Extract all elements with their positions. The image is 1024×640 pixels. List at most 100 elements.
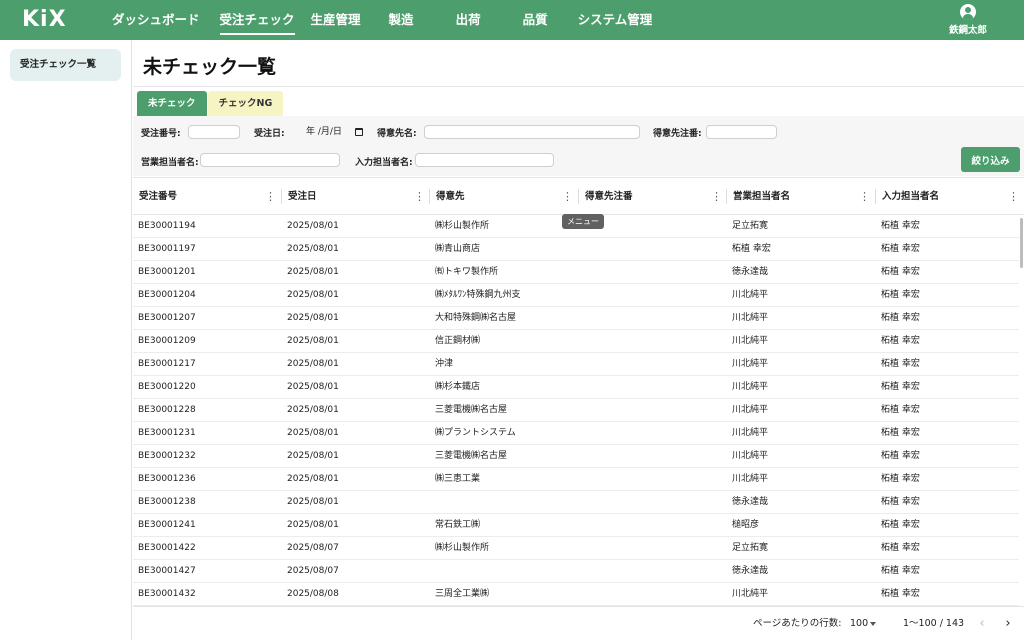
cell-order-no: BE30001204 bbox=[138, 290, 196, 300]
column-header-entry-rep[interactable]: 入力担当者名 bbox=[876, 178, 1008, 215]
cell-order-date: 2025/08/01 bbox=[287, 313, 339, 323]
column-header-sales-rep[interactable]: 営業担当者名 bbox=[727, 178, 859, 215]
table-row[interactable]: BE30001231 2025/08/01 ㈱プラントシステム 川北純平 柘植 幸宏 bbox=[133, 422, 1019, 445]
table-row[interactable]: BE30001201 2025/08/01 ㈲トキワ製作所 徳永達哉 柘植 幸宏 bbox=[133, 261, 1019, 284]
order-no-input[interactable] bbox=[188, 125, 240, 139]
cell-order-date: 2025/08/01 bbox=[287, 267, 339, 277]
table-row[interactable]: BE30001422 2025/08/07 ㈱杉山製作所 足立拓寛 柘植 幸宏 bbox=[133, 537, 1019, 560]
table-row[interactable]: BE30001207 2025/08/01 大和特殊鋼㈱名古屋 川北純平 柘植 幸宏 bbox=[133, 307, 1019, 330]
rows-per-page-select[interactable]: 100 bbox=[850, 607, 868, 640]
cell-customer bbox=[430, 491, 578, 514]
cell-sales-rep: 徳永達哉 bbox=[732, 566, 769, 576]
cell-sales-rep: 川北純平 bbox=[732, 405, 769, 415]
vertical-scrollbar[interactable] bbox=[1020, 218, 1023, 268]
nav-quality[interactable]: 品質 bbox=[515, 0, 556, 40]
more-vert-icon[interactable]: ⋮ bbox=[265, 178, 276, 215]
cell-customer-order-no bbox=[579, 353, 727, 376]
table-row[interactable]: BE30001204 2025/08/01 ㈱ﾒﾀﾙﾜﾝ特殊鋼九州支 川北純平 柘植 幸… bbox=[133, 284, 1019, 307]
next-page-button[interactable]: › bbox=[1000, 616, 1016, 632]
page-title: 未チェック一覧 bbox=[143, 56, 277, 78]
table-row[interactable]: BE30001238 2025/08/01 徳永達哉 柘植 幸宏 bbox=[133, 491, 1019, 514]
table-row[interactable]: BE30001228 2025/08/01 三菱電機㈱名古屋 川北純平 柘植 幸宏 bbox=[133, 399, 1019, 422]
cell-order-date: 2025/08/01 bbox=[287, 221, 339, 231]
title-divider bbox=[133, 86, 1024, 87]
main-content: 未チェック一覧 未チェック チェックNG 受注番号: 受注日: 年 /月/日 得… bbox=[133, 40, 1024, 640]
cell-order-no: BE30001241 bbox=[138, 520, 196, 530]
filter-button[interactable]: 絞り込み bbox=[961, 147, 1020, 172]
column-header-customer-order-no[interactable]: 得意先注番 bbox=[579, 178, 711, 215]
more-vert-icon[interactable]: ⋮ bbox=[562, 178, 573, 215]
nav-system[interactable]: システム管理 bbox=[570, 0, 661, 40]
tab-check-ng[interactable]: チェックNG bbox=[207, 91, 284, 116]
main-nav: ダッシュボード 受注チェック 生産管理 製造 出荷 品質 システム管理 bbox=[104, 0, 660, 40]
entry-rep-input[interactable] bbox=[415, 153, 554, 167]
cell-customer-order-no bbox=[579, 261, 727, 284]
customer-order-input[interactable] bbox=[706, 125, 777, 139]
column-header-order-date[interactable]: 受注日 bbox=[282, 178, 414, 215]
sidebar-item-order-check-list[interactable]: 受注チェック一覧 bbox=[10, 49, 121, 81]
cell-sales-rep: 足立拓寛 bbox=[732, 221, 769, 231]
cell-order-date: 2025/08/01 bbox=[287, 474, 339, 484]
sales-rep-input[interactable] bbox=[200, 153, 340, 167]
cell-entry-rep: 柘植 幸宏 bbox=[881, 244, 920, 254]
cell-order-no: BE30001238 bbox=[138, 497, 196, 507]
more-vert-icon[interactable]: ⋮ bbox=[859, 178, 870, 215]
calendar-icon[interactable] bbox=[355, 128, 363, 136]
cell-sales-rep: 川北純平 bbox=[732, 313, 769, 323]
cell-entry-rep: 柘植 幸宏 bbox=[881, 405, 920, 415]
cell-sales-rep: 川北純平 bbox=[732, 290, 769, 300]
table-row[interactable]: BE30001241 2025/08/01 常石鉄工㈱ 槌昭彦 柘植 幸宏 bbox=[133, 514, 1019, 537]
app-logo[interactable]: KiX bbox=[22, 7, 67, 32]
nav-manufacturing[interactable]: 製造 bbox=[381, 0, 422, 40]
rows-per-page-label: ページあたりの行数: bbox=[753, 618, 842, 629]
column-header-customer[interactable]: 得意先 bbox=[430, 178, 562, 215]
user-menu[interactable]: 鉄鋼太郎 bbox=[948, 3, 988, 36]
nav-order-check[interactable]: 受注チェック bbox=[212, 0, 303, 40]
tab-unchecked[interactable]: 未チェック bbox=[137, 91, 207, 116]
cell-sales-rep: 川北純平 bbox=[732, 474, 769, 484]
column-header-order-no[interactable]: 受注番号 bbox=[133, 178, 265, 215]
cell-sales-rep: 川北純平 bbox=[732, 382, 769, 392]
nav-shipping[interactable]: 出荷 bbox=[448, 0, 489, 40]
cell-order-date: 2025/08/01 bbox=[287, 290, 339, 300]
cell-entry-rep: 柘植 幸宏 bbox=[881, 359, 920, 369]
cell-order-date: 2025/08/01 bbox=[287, 497, 339, 507]
table-row[interactable]: BE30001427 2025/08/07 徳永達哉 柘植 幸宏 bbox=[133, 560, 1019, 583]
cell-order-no: BE30001217 bbox=[138, 359, 196, 369]
customer-input[interactable] bbox=[424, 125, 640, 139]
cell-customer: ㈱杉山製作所 bbox=[435, 543, 490, 553]
table-row[interactable]: BE30001232 2025/08/01 三菱電機㈱名古屋 川北純平 柘植 幸宏 bbox=[133, 445, 1019, 468]
prev-page-button[interactable]: ‹ bbox=[974, 616, 990, 632]
cell-customer: ㈱プラントシステム bbox=[435, 428, 516, 438]
table-row[interactable]: BE30001432 2025/08/08 三周全工業㈱ 川北純平 柘植 幸宏 bbox=[133, 583, 1019, 606]
cell-sales-rep: 川北純平 bbox=[732, 336, 769, 346]
order-no-label: 受注番号: bbox=[141, 129, 181, 139]
cell-customer: 信正鋼材㈱ bbox=[435, 336, 481, 346]
nav-dashboard[interactable]: ダッシュボード bbox=[104, 0, 208, 40]
column-menu-tooltip: メニュー bbox=[562, 214, 604, 229]
cell-entry-rep: 柘植 幸宏 bbox=[881, 566, 920, 576]
cell-customer: ㈲トキワ製作所 bbox=[435, 267, 499, 277]
cell-order-no: BE30001207 bbox=[138, 313, 196, 323]
cell-order-no: BE30001228 bbox=[138, 405, 196, 415]
cell-order-no: BE30001432 bbox=[138, 589, 196, 599]
cell-order-no: BE30001236 bbox=[138, 474, 196, 484]
table-row[interactable]: BE30001197 2025/08/01 ㈱青山商店 柘植 幸宏 柘植 幸宏 bbox=[133, 238, 1019, 261]
cell-order-date: 2025/08/07 bbox=[287, 566, 339, 576]
table-row[interactable]: BE30001220 2025/08/01 ㈱杉本鐵店 川北純平 柘植 幸宏 bbox=[133, 376, 1019, 399]
more-vert-icon[interactable]: ⋮ bbox=[711, 178, 722, 215]
cell-sales-rep: 徳永達哉 bbox=[732, 497, 769, 507]
cell-customer bbox=[430, 560, 578, 583]
table-row[interactable]: BE30001209 2025/08/01 信正鋼材㈱ 川北純平 柘植 幸宏 bbox=[133, 330, 1019, 353]
more-vert-icon[interactable]: ⋮ bbox=[1008, 178, 1019, 215]
caret-down-icon[interactable] bbox=[870, 622, 876, 626]
cell-order-date: 2025/08/01 bbox=[287, 382, 339, 392]
nav-production[interactable]: 生産管理 bbox=[303, 0, 369, 40]
cell-order-date: 2025/08/01 bbox=[287, 520, 339, 530]
cell-customer-order-no bbox=[579, 307, 727, 330]
cell-customer-order-no bbox=[579, 445, 727, 468]
table-row[interactable]: BE30001236 2025/08/01 ㈱三恵工業 川北純平 柘植 幸宏 bbox=[133, 468, 1019, 491]
table-row[interactable]: BE30001217 2025/08/01 沖津 川北純平 柘植 幸宏 bbox=[133, 353, 1019, 376]
more-vert-icon[interactable]: ⋮ bbox=[414, 178, 425, 215]
order-date-input[interactable]: 年 /月/日 bbox=[301, 125, 367, 139]
